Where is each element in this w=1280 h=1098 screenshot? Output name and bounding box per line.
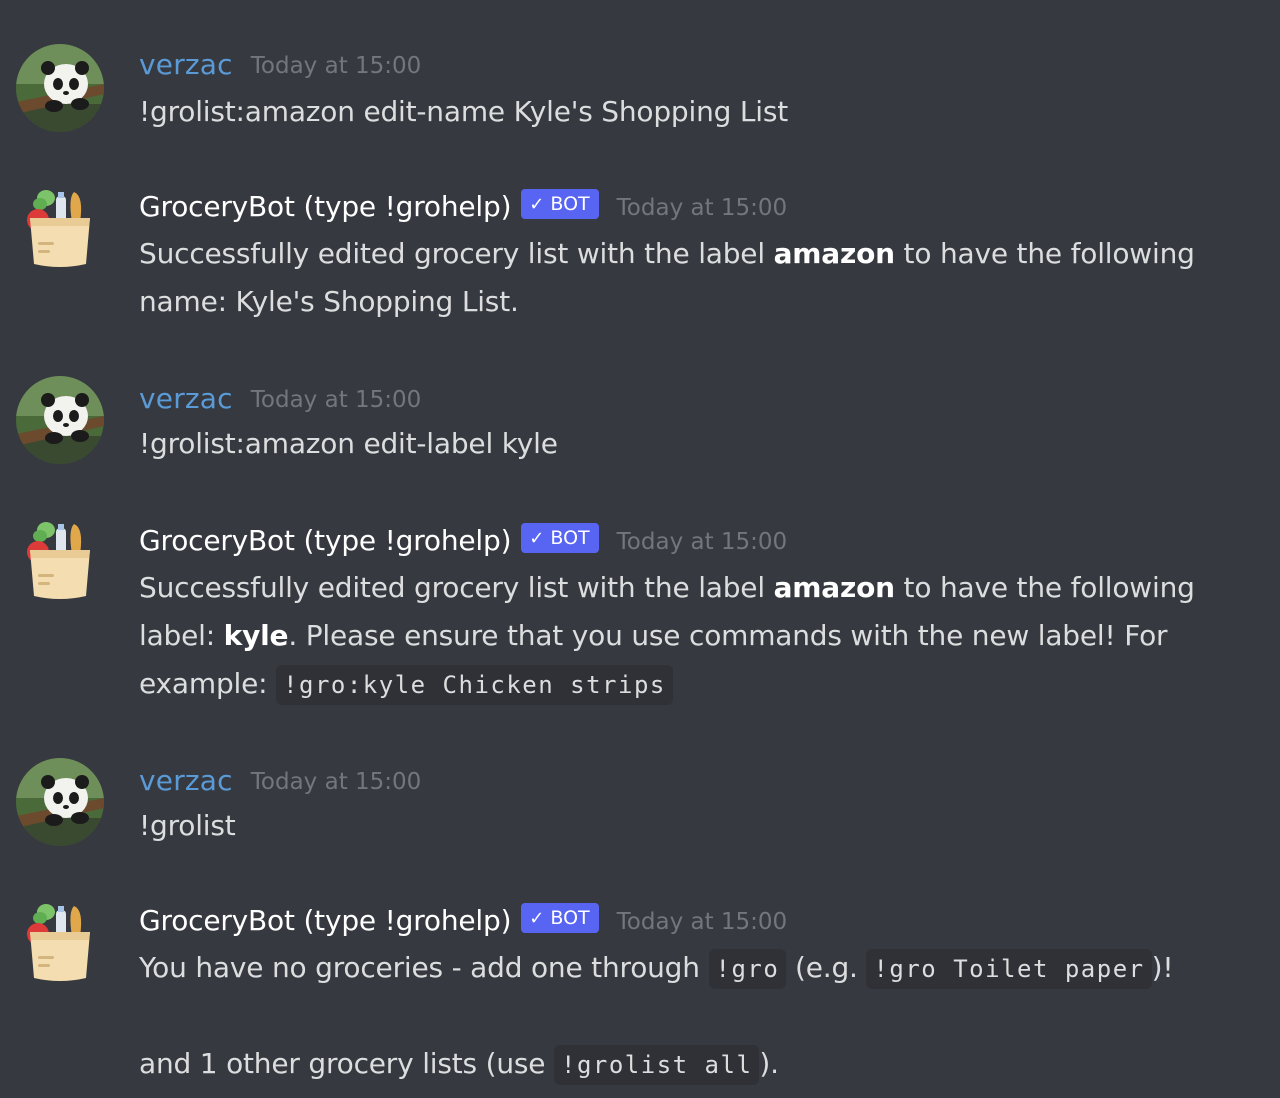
- grocery-bag-icon[interactable]: [16, 516, 104, 604]
- check-icon: ✓: [529, 527, 545, 549]
- bot-tag: ✓ BOT: [521, 189, 599, 219]
- check-icon: ✓: [529, 193, 545, 215]
- timestamp: Today at 15:00: [616, 909, 788, 935]
- text: Successfully edited grocery list with th…: [139, 571, 774, 604]
- username[interactable]: verzac: [139, 382, 233, 415]
- username[interactable]: verzac: [139, 764, 233, 797]
- timestamp: Today at 15:00: [250, 769, 422, 795]
- bot-tag-label: BOT: [550, 907, 590, 929]
- username[interactable]: verzac: [139, 48, 233, 81]
- message-content: You have no groceries - add one through …: [139, 944, 1259, 993]
- bot-tag-label: BOT: [550, 193, 590, 215]
- text: (e.g.: [786, 951, 867, 984]
- message-content: and 1 other grocery lists (use !grolist …: [139, 1040, 1259, 1089]
- username[interactable]: GroceryBot (type !grohelp): [139, 904, 511, 937]
- timestamp: Today at 15:00: [616, 195, 788, 221]
- inline-code: !gro Toilet paper: [866, 949, 1152, 989]
- panda-avatar-icon[interactable]: [16, 758, 104, 846]
- text: )!: [1151, 951, 1174, 984]
- bold-label: kyle: [223, 619, 289, 652]
- grocery-bag-icon[interactable]: [16, 184, 104, 272]
- check-icon: ✓: [529, 907, 545, 929]
- message-content: !grolist: [139, 809, 236, 842]
- username[interactable]: GroceryBot (type !grohelp): [139, 190, 511, 223]
- bold-label: amazon: [773, 571, 895, 604]
- grocery-bag-icon[interactable]: [16, 898, 104, 986]
- panda-avatar-icon[interactable]: [16, 44, 104, 132]
- chat-messages: verzac Today at 15:00 !grolist:amazon ed…: [0, 0, 1280, 1098]
- timestamp: Today at 15:00: [250, 53, 422, 79]
- inline-code: !gro:kyle Chicken strips: [276, 665, 673, 705]
- text: Successfully edited grocery list with th…: [139, 237, 774, 270]
- username[interactable]: GroceryBot (type !grohelp): [139, 524, 511, 557]
- timestamp: Today at 15:00: [250, 387, 422, 413]
- bot-tag: ✓ BOT: [521, 903, 599, 933]
- text: You have no groceries - add one through: [139, 951, 709, 984]
- text: and 1 other grocery lists (use: [139, 1047, 554, 1080]
- message-content: !grolist:amazon edit-name Kyle's Shoppin…: [139, 95, 789, 128]
- bot-tag: ✓ BOT: [521, 523, 599, 553]
- text: ).: [759, 1047, 779, 1080]
- panda-avatar-icon[interactable]: [16, 376, 104, 464]
- timestamp: Today at 15:00: [616, 529, 788, 555]
- bot-tag-label: BOT: [550, 527, 590, 549]
- inline-code: !gro: [708, 949, 787, 989]
- message-content: Successfully edited grocery list with th…: [139, 564, 1259, 709]
- bold-label: amazon: [773, 237, 895, 270]
- message-content: !grolist:amazon edit-label kyle: [139, 427, 558, 460]
- inline-code: !grolist all: [554, 1045, 760, 1085]
- message-content: Successfully edited grocery list with th…: [139, 230, 1259, 326]
